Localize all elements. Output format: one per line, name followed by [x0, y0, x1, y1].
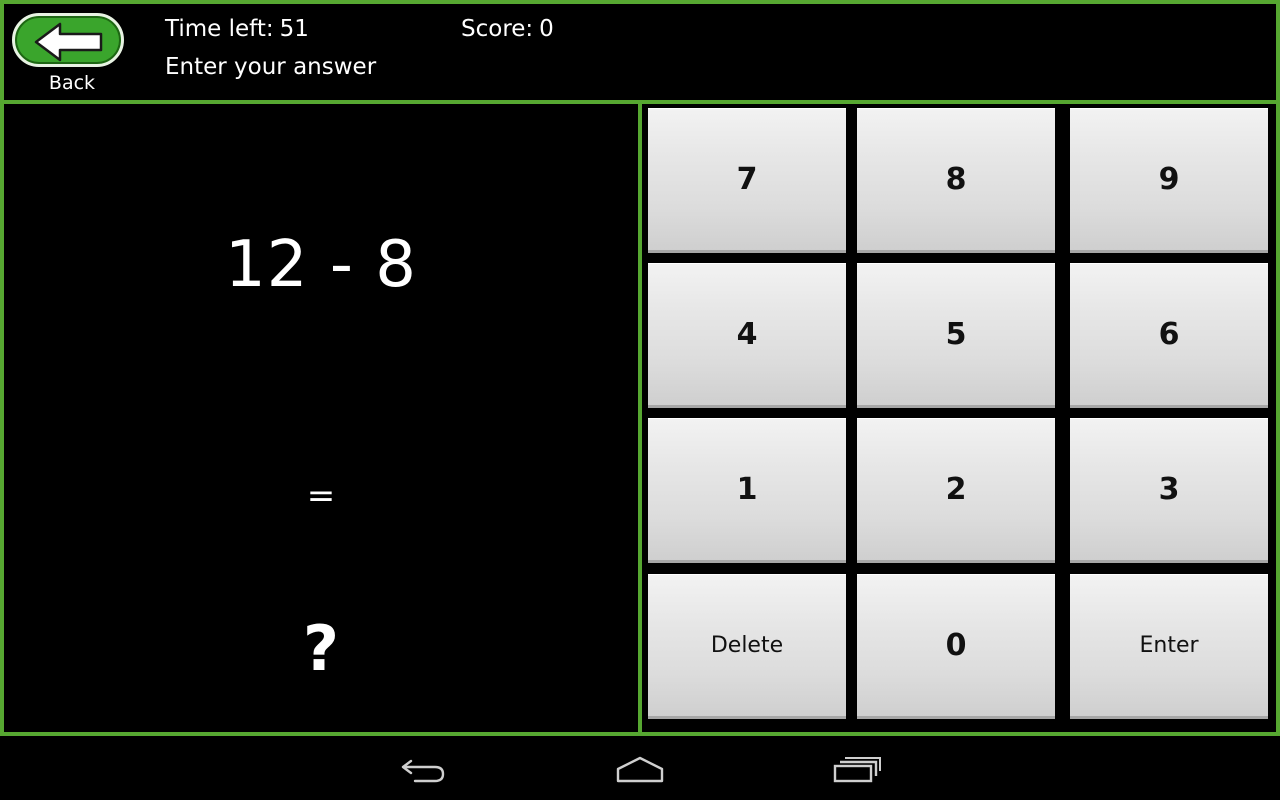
header-bar: Back Time left: 51 Score: 0 Enter your ans…: [0, 0, 1280, 104]
instruction-text: Enter your answer: [165, 54, 377, 80]
answer-display: ?: [303, 612, 339, 685]
back-icon: [401, 759, 445, 783]
score-display: Score: 0: [461, 16, 554, 42]
nav-home-button[interactable]: [610, 750, 670, 790]
time-left-display: Time left: 51: [165, 16, 309, 42]
back-button-label: Back: [48, 72, 96, 94]
key-0[interactable]: 0: [857, 574, 1055, 719]
system-nav-bar: [0, 736, 1280, 800]
app-root: Back Time left: 51 Score: 0 Enter your ans…: [0, 0, 1280, 800]
back-button-badge[interactable]: [12, 13, 124, 67]
nav-recent-apps-button[interactable]: [827, 750, 887, 790]
key-7[interactable]: 7: [648, 108, 846, 253]
key-4[interactable]: 4: [648, 263, 846, 408]
recent-apps-icon: [833, 757, 881, 783]
math-expression: 12 - 8: [225, 228, 417, 302]
time-left-label: Time left:: [165, 16, 274, 42]
score-value: 0: [539, 16, 554, 42]
delete-button[interactable]: Delete: [648, 574, 846, 719]
key-2[interactable]: 2: [857, 418, 1055, 563]
arrow-left-icon: [34, 22, 103, 62]
key-3[interactable]: 3: [1070, 418, 1268, 563]
nav-back-button[interactable]: [394, 750, 454, 790]
key-9[interactable]: 9: [1070, 108, 1268, 253]
back-button[interactable]: Back: [10, 10, 134, 100]
keypad-panel: 7 8 9 4 5 6 1 2 3 Delete 0 Enter: [638, 100, 1280, 736]
key-6[interactable]: 6: [1070, 263, 1268, 408]
key-8[interactable]: 8: [857, 108, 1055, 253]
score-label: Score:: [461, 16, 534, 42]
time-left-value: 51: [279, 16, 309, 42]
problem-panel: 12 - 8 = ?: [0, 100, 642, 736]
enter-button[interactable]: Enter: [1070, 574, 1268, 719]
key-1[interactable]: 1: [648, 418, 846, 563]
equals-sign: =: [306, 476, 336, 516]
key-5[interactable]: 5: [857, 263, 1055, 408]
home-icon: [616, 756, 664, 783]
